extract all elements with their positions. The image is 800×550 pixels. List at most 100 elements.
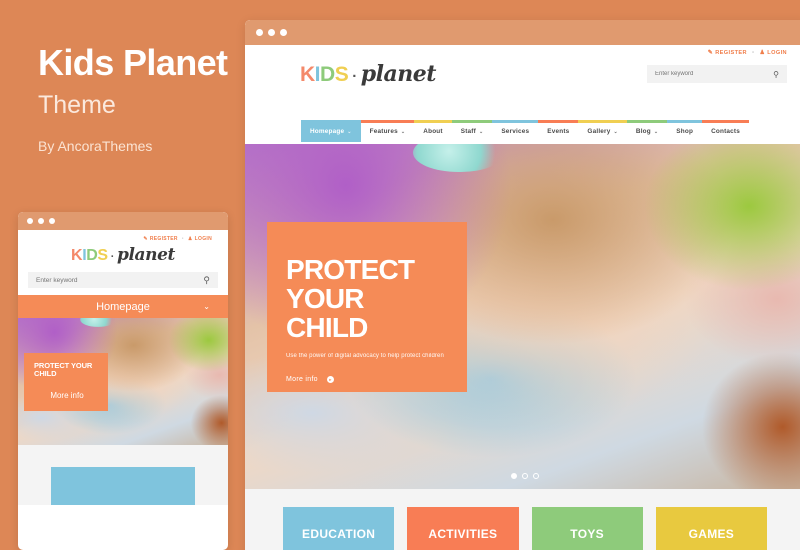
category-card-activities[interactable]: ACTIVITIES⚑ (407, 507, 519, 550)
nav-item-label: Gallery (587, 128, 611, 135)
search-box[interactable]: ⚲ (647, 65, 787, 83)
nav-item-label: Contacts (711, 128, 741, 135)
chevron-down-icon[interactable]: ⌄ (614, 129, 618, 135)
userbar-separator: • (751, 50, 755, 56)
category-card-label: EDUCATION (302, 527, 376, 541)
logo-planet: planet (116, 245, 175, 265)
mobile-login-label: LOGIN (194, 236, 212, 242)
category-card-toys[interactable]: TOYS● (531, 507, 643, 550)
category-cards: EDUCATION⌂ ACTIVITIES⚑ TOYS● GAMES▶ (245, 489, 800, 550)
user-icon: ♟ (187, 236, 193, 242)
main-navigation: Homepage ⌄ Features ⌄ About Staff ⌄ Services Eve… (245, 120, 800, 144)
window-minimize-icon[interactable] (38, 218, 44, 224)
logo-planet: planet (360, 61, 437, 87)
hero-slider: PROTECT YOUR CHILD Use the power of digi… (245, 144, 800, 489)
promo-author: By AncoraThemes (38, 138, 153, 155)
desktop-browser-mockup: ✎ REGISTER • ♟ LOGIN K I D S · planet ⚲ (245, 20, 800, 550)
slider-dot-3[interactable] (533, 473, 539, 479)
chevron-down-icon[interactable]: ⌄ (347, 129, 351, 135)
mobile-window-chrome (18, 212, 228, 230)
desktop-window-chrome (245, 20, 800, 45)
site-header: ✎ REGISTER • ♟ LOGIN K I D S · planet ⚲ (245, 45, 800, 120)
logo-dot: · (110, 251, 115, 263)
mobile-search-input[interactable] (36, 276, 204, 284)
category-card-label: TOYS (570, 527, 604, 541)
nav-item-staff[interactable]: Staff ⌄ (451, 120, 493, 142)
register-link[interactable]: ✎ REGISTER (708, 50, 747, 56)
mobile-hero-more-info-button[interactable]: More info (34, 391, 100, 400)
hero-heading-line2: CHILD (286, 312, 368, 344)
window-close-icon[interactable] (27, 218, 33, 224)
user-actions-bar: ✎ REGISTER • ♟ LOGIN (708, 50, 787, 56)
mobile-login-link[interactable]: ♟ LOGIN (188, 236, 212, 242)
hero-heading: PROTECT YOUR CHILD (286, 255, 445, 342)
mobile-register-label: REGISTER (149, 236, 178, 242)
nav-item-events[interactable]: Events (538, 120, 579, 142)
window-close-icon[interactable] (256, 29, 263, 36)
nav-item-homepage[interactable]: Homepage ⌄ (300, 120, 361, 142)
logo-letter-s: S (334, 63, 349, 86)
register-label: REGISTER (715, 50, 747, 56)
user-icon: ♟ (759, 50, 766, 56)
mobile-nav-label: Homepage (96, 300, 150, 313)
mobile-search-box[interactable]: ⚲ (28, 272, 218, 288)
mobile-hero-slider: PROTECT YOUR CHILD More info (18, 318, 228, 445)
window-maximize-icon[interactable] (49, 218, 55, 224)
slider-dot-2[interactable] (522, 473, 528, 479)
logo-letter-d: D (320, 63, 335, 86)
chevron-down-icon[interactable]: ⌄ (479, 129, 483, 135)
nav-item-services[interactable]: Services (492, 120, 539, 142)
mobile-browser-mockup: ✎ REGISTER • ♟ LOGIN K I D S · planet ⚲ … (18, 212, 228, 550)
mobile-register-link[interactable]: ✎ REGISTER (143, 236, 177, 242)
mobile-footer-section (18, 445, 228, 505)
hero-button-label: More info (286, 376, 318, 384)
nav-item-label: Events (547, 128, 570, 135)
chevron-down-icon[interactable]: ⌄ (203, 302, 210, 311)
slider-pagination (511, 473, 539, 479)
logo-letter-d: D (86, 247, 98, 264)
window-minimize-icon[interactable] (268, 29, 275, 36)
mobile-site-logo[interactable]: K I D S · planet (18, 245, 228, 265)
nav-item-label: Staff (460, 128, 476, 135)
logo-letter-k: K (300, 63, 315, 86)
slider-dot-1[interactable] (511, 473, 517, 479)
category-card-label: GAMES (688, 527, 735, 541)
logo-dot: · (352, 68, 357, 85)
search-icon[interactable]: ⚲ (203, 275, 210, 286)
mobile-category-card[interactable] (51, 467, 195, 505)
nav-item-blog[interactable]: Blog ⌄ (626, 120, 668, 142)
chevron-down-icon[interactable]: ⌄ (401, 129, 405, 135)
nav-item-label: Features (369, 128, 398, 135)
pencil-icon: ✎ (143, 236, 148, 242)
promo-subtitle: Theme (38, 90, 116, 119)
mobile-userbar-separator: • (181, 236, 184, 242)
search-icon[interactable]: ⚲ (773, 70, 779, 79)
category-card-games[interactable]: GAMES▶ (655, 507, 767, 550)
hero-more-info-button[interactable]: More info ▸ (286, 376, 445, 384)
page-root: Kids Planet Theme By AncoraThemes ✎ REGI… (0, 0, 800, 550)
category-card-education[interactable]: EDUCATION⌂ (283, 507, 395, 550)
search-input[interactable] (655, 71, 774, 77)
window-maximize-icon[interactable] (280, 29, 287, 36)
nav-item-label: Services (501, 128, 530, 135)
nav-item-contacts[interactable]: Contacts (702, 120, 749, 142)
mobile-hero-heading-line2: CHILD (34, 369, 57, 379)
mobile-navigation-bar[interactable]: Homepage ⌄ (18, 295, 228, 318)
nav-item-gallery[interactable]: Gallery ⌄ (578, 120, 628, 142)
nav-item-about[interactable]: About (414, 120, 453, 142)
chevron-down-icon[interactable]: ⌄ (654, 129, 658, 135)
hero-heading-line1: PROTECT YOUR (286, 254, 415, 315)
nav-item-features[interactable]: Features ⌄ (360, 120, 415, 142)
login-link[interactable]: ♟ LOGIN (760, 50, 788, 56)
promo-block: Kids Planet Theme By AncoraThemes (38, 42, 248, 155)
hero-caption-card: PROTECT YOUR CHILD Use the power of digi… (267, 222, 467, 392)
arrow-right-icon: ▸ (326, 376, 334, 384)
nav-item-shop[interactable]: Shop (667, 120, 702, 142)
site-logo[interactable]: K I D S · planet (300, 61, 436, 87)
pencil-icon: ✎ (707, 50, 714, 56)
page-title: Kids Planet (38, 42, 228, 83)
mobile-hero-heading: PROTECT YOUR CHILD (34, 361, 100, 379)
nav-item-label: About (423, 128, 443, 135)
nav-item-label: Homepage (309, 128, 345, 135)
mobile-user-actions-bar: ✎ REGISTER • ♟ LOGIN (18, 230, 228, 242)
